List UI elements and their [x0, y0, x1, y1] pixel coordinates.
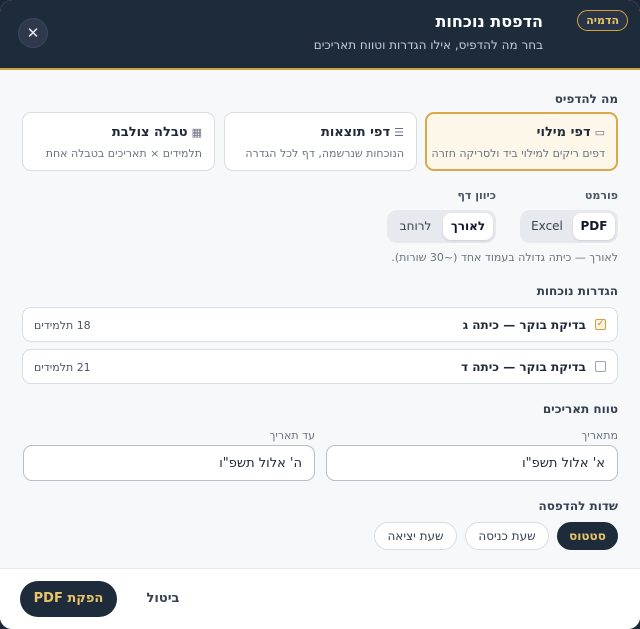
setting-row[interactable]: ✓ בדיקת בוקר — כיתה ג 18 תלמידים: [22, 307, 618, 342]
option-title: טבלה צולבת: [111, 125, 188, 140]
setting-row[interactable]: בדיקת בוקר — כיתה ד 21 תלמידים: [22, 349, 618, 384]
field-exit-time-chip[interactable]: שעת יציאה: [374, 522, 457, 550]
option-cross-table[interactable]: ▦טבלה צולבת תלמידים × תאריכים בטבלה אחת: [22, 112, 215, 171]
orientation-toggle: לאורך לרוחב: [387, 210, 496, 243]
attendance-settings-label: הגדרות נוכחות: [536, 284, 618, 298]
orientation-hint: לאורך — כיתה גדולה בעמוד אחד (~30 שורות)…: [391, 251, 618, 264]
option-title: דפי תוצאות: [320, 125, 391, 140]
to-date-label: עד תאריך: [269, 429, 315, 442]
option-fill-sheets[interactable]: ▭דפי מילוי דפים ריקים למילוי ביד ולסריקה…: [425, 112, 618, 171]
option-results-sheets[interactable]: ☰דפי תוצאות הנוכחות שנרשמה, דף לכל הגדרה: [224, 112, 417, 171]
checkbox[interactable]: [595, 361, 606, 372]
field-entry-time-chip[interactable]: שעת כניסה: [465, 522, 549, 550]
from-date-label: מתאריך: [581, 429, 618, 442]
what-to-print-label: מה להדפיס: [554, 92, 618, 106]
print-fields-label: שדות להדפסה: [538, 499, 619, 513]
format-label: פורמט: [584, 189, 618, 202]
to-date-input[interactable]: [23, 445, 315, 481]
from-date-input[interactable]: [326, 445, 618, 481]
student-count: 18 תלמידים: [34, 319, 91, 332]
setting-label: בדיקת בוקר — כיתה ג: [462, 318, 586, 332]
option-desc: דפים ריקים למילוי ביד ולסריקה חזרה: [431, 147, 605, 160]
cancel-button[interactable]: ביטול: [140, 581, 186, 617]
option-title: דפי מילוי: [536, 125, 591, 140]
print-attendance-dialog: הדמיה הדפסת נוכחות בחר מה להדפיס, אילו ה…: [0, 0, 640, 629]
close-button[interactable]: ✕: [18, 18, 48, 48]
generate-pdf-button[interactable]: הפקת PDF: [20, 581, 117, 617]
list-icon: ☰: [394, 126, 404, 139]
student-count: 21 תלמידים: [34, 361, 91, 374]
document-icon: ▭: [594, 126, 605, 139]
date-range-label: טווח תאריכים: [542, 402, 618, 416]
setting-label: בדיקת בוקר — כיתה ד: [461, 360, 586, 374]
dialog-footer: הפקת PDF ביטול: [0, 568, 640, 629]
close-icon: ✕: [26, 24, 40, 42]
checkbox[interactable]: ✓: [595, 319, 606, 330]
option-desc: תלמידים × תאריכים בטבלה אחת: [45, 147, 202, 160]
orientation-label: כיוון דף: [457, 189, 496, 202]
field-status-chip[interactable]: סטטוס: [557, 522, 618, 550]
dialog-subtitle: בחר מה להדפיס, אילו הגדרות וטווח תאריכים: [313, 38, 543, 52]
format-toggle: PDF Excel: [520, 210, 618, 243]
orientation-portrait[interactable]: לאורך: [443, 213, 493, 240]
dialog-title: הדפסת נוכחות: [435, 12, 543, 31]
option-desc: הנוכחות שנרשמה, דף לכל הגדרה: [245, 147, 404, 160]
format-excel[interactable]: Excel: [523, 213, 571, 240]
dialog-header: הדמיה הדפסת נוכחות בחר מה להדפיס, אילו ה…: [0, 0, 640, 70]
demo-badge: הדמיה: [577, 10, 628, 31]
grid-icon: ▦: [191, 126, 202, 139]
format-pdf[interactable]: PDF: [573, 213, 615, 240]
orientation-landscape[interactable]: לרוחב: [390, 213, 441, 240]
